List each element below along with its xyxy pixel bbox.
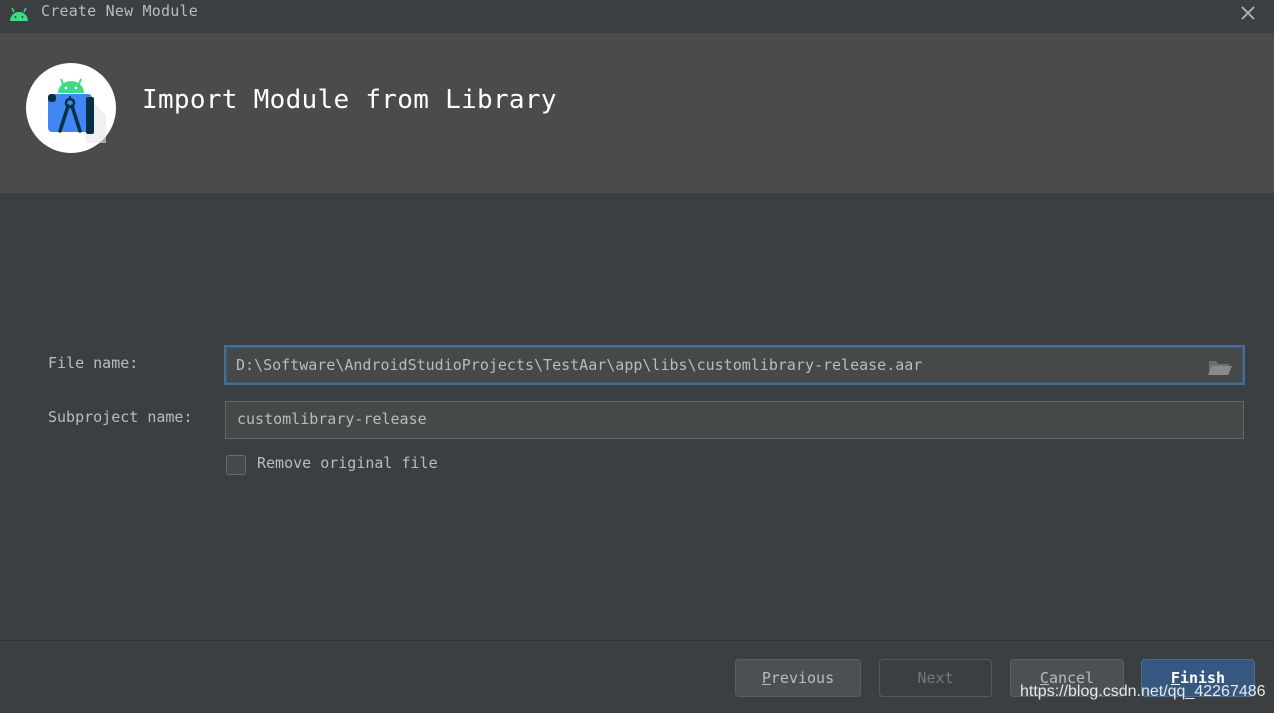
previous-label: revious (770, 669, 835, 687)
next-button[interactable]: Next (879, 659, 992, 697)
remove-original-checkbox[interactable] (226, 455, 246, 475)
next-label: Next (917, 669, 954, 687)
subproject-name-value[interactable]: customlibrary-release (237, 410, 427, 428)
page-title: Import Module from Library (142, 85, 557, 115)
android-studio-logo (26, 63, 116, 153)
file-name-input[interactable]: D:\Software\AndroidStudioProjects\TestAa… (224, 345, 1245, 385)
previous-button[interactable]: Previous (735, 659, 861, 697)
subproject-name-input[interactable]: customlibrary-release (225, 401, 1244, 439)
watermark-text: https://blog.csdn.net/qq_42267486 (1020, 683, 1266, 700)
file-name-value[interactable]: D:\Software\AndroidStudioProjects\TestAa… (236, 356, 922, 374)
wizard-header: Import Module from Library (0, 33, 1274, 193)
android-icon (10, 7, 28, 21)
folder-open-icon[interactable] (1207, 357, 1233, 377)
wizard-content: File name: D:\Software\AndroidStudioProj… (0, 193, 1274, 640)
android-studio-logo-icon (48, 78, 106, 143)
close-icon[interactable] (1238, 4, 1258, 22)
wizard-footer: Previous Next Cancel Finish (0, 640, 1274, 713)
title-bar: Create New Module (0, 0, 1274, 33)
remove-original-label[interactable]: Remove original file (257, 454, 438, 472)
subproject-name-label: Subproject name: (48, 408, 193, 426)
window-title: Create New Module (41, 2, 198, 20)
file-name-label: File name: (48, 354, 139, 372)
previous-mnemonic: P (761, 669, 771, 687)
